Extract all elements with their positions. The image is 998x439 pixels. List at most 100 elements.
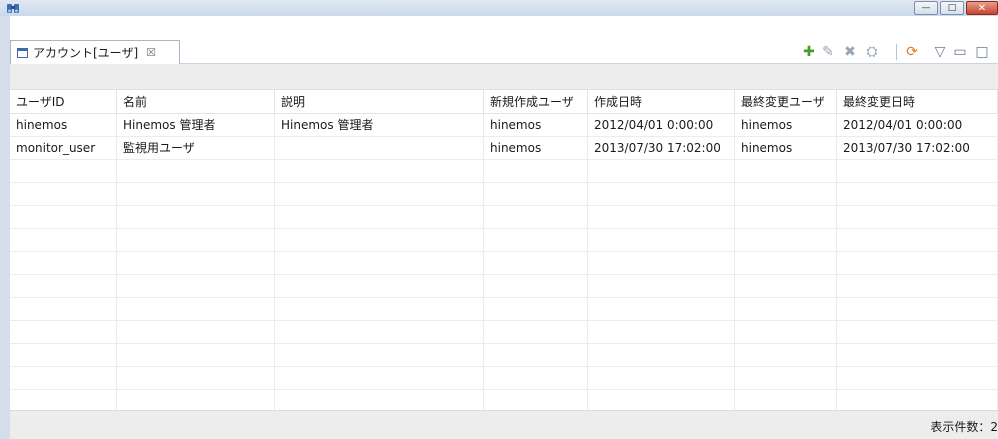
table-cell [10,206,117,228]
table-cell [588,183,735,205]
empty-table-row [10,252,998,275]
add-icon[interactable]: ✚ [801,44,817,60]
table-row[interactable]: monitor_user 監視用ユーザ hinemos 2013/07/30 17:0… [10,137,998,160]
table-cell: 2012/04/01 0:00:00 [588,114,735,136]
table-cell [10,390,117,410]
table-cell [588,252,735,274]
table-cell [837,367,998,389]
table-cell [735,298,837,320]
table-cell [10,160,117,182]
table-cell [735,183,837,205]
table-cell [117,275,275,297]
delete-icon[interactable]: ✖ [842,44,858,60]
minimize-view-icon[interactable]: ▭ [952,44,968,60]
table-cell: hinemos [10,114,117,136]
column-header[interactable]: 説明 [275,90,484,114]
table-cell [735,275,837,297]
empty-table-row [10,229,998,252]
table-cell [275,390,484,410]
table-cell [837,298,998,320]
refresh-icon[interactable]: ⟳ [904,44,920,60]
hinemos-app-icon [7,4,19,13]
table-cell: hinemos [484,137,588,159]
table-cell [117,298,275,320]
table-cell [117,183,275,205]
table-cell [275,137,484,159]
table-cell [588,275,735,297]
table-cell [735,229,837,251]
table-cell [588,321,735,343]
table-cell: 監視用ユーザ [117,137,275,159]
table-cell [10,229,117,251]
table-cell [117,367,275,389]
view-menu-icon[interactable]: ▽ [932,44,948,60]
toolbar-separator [896,44,897,60]
table-header-row: ユーザID 名前 説明 新規作成ユーザ 作成日時 最終変更ユーザ 最終変更日時 [10,90,998,114]
table-cell [275,206,484,228]
view-window-icon [17,47,28,58]
empty-table-row [10,367,998,390]
table-cell: Hinemos 管理者 [117,114,275,136]
window-minimize-button[interactable]: — [914,1,938,15]
tab-account-user[interactable]: アカウント[ユーザ] ☒ [10,40,180,64]
table-cell [484,206,588,228]
edit-icon[interactable]: ✎ [820,44,836,60]
column-header[interactable]: 新規作成ユーザ [484,90,588,114]
table-cell: hinemos [484,114,588,136]
empty-table-row [10,160,998,183]
status-bar: 表示件数：2 [10,410,998,439]
column-header[interactable]: 作成日時 [588,90,735,114]
table-cell: monitor_user [10,137,117,159]
table-cell [117,321,275,343]
account-user-table: ユーザID 名前 説明 新規作成ユーザ 作成日時 最終変更ユーザ 最終変更日時 hinemo… [10,90,998,410]
column-header[interactable]: 最終変更日時 [837,90,998,114]
table-cell: 2013/07/30 17:02:00 [837,137,998,159]
table-cell [275,160,484,182]
table-cell [275,229,484,251]
table-row[interactable]: hinemos Hinemos 管理者 Hinemos 管理者 hinemos 2012… [10,114,998,137]
table-cell [117,252,275,274]
column-header[interactable]: 名前 [117,90,275,114]
table-cell [735,160,837,182]
table-cell [837,229,998,251]
window-close-button[interactable]: ✕ [966,1,998,15]
table-cell [588,206,735,228]
table-cell [588,344,735,366]
table-cell [837,160,998,182]
table-cell [275,183,484,205]
maximize-icon: □ [947,3,957,13]
table-cell [117,390,275,410]
table-cell [588,229,735,251]
table-cell: 2012/04/01 0:00:00 [837,114,998,136]
permission-icon[interactable]: ⛭ [864,44,880,60]
table-cell [117,229,275,251]
window-maximize-button[interactable]: □ [940,1,964,15]
maximize-view-icon[interactable]: □ [974,44,990,60]
table-cell [735,390,837,410]
table-cell: 2013/07/30 17:02:00 [588,137,735,159]
column-header[interactable]: ユーザID [10,90,117,114]
table-cell [484,298,588,320]
table-cell [484,183,588,205]
table-cell [275,344,484,366]
table-cell [484,229,588,251]
table-cell: hinemos [735,137,837,159]
empty-table-row [10,183,998,206]
table-cell [117,344,275,366]
application-window: — □ ✕ アカウント[ユーザ] ☒ ✚ ✎ ✖ ⛭ ⟳ ▽ ▭ □ ユーザID 名前 説明 新規作… [0,0,998,439]
table-cell [10,367,117,389]
tab-close-icon[interactable]: ☒ [146,46,156,59]
table-cell [588,298,735,320]
table-cell [837,275,998,297]
table-cell: hinemos [735,114,837,136]
table-cell [10,275,117,297]
column-header[interactable]: 最終変更ユーザ [735,90,837,114]
tab-label: アカウント[ユーザ] [33,46,139,60]
empty-table-row [10,344,998,367]
table-cell [837,390,998,410]
empty-table-row [10,321,998,344]
empty-table-row [10,206,998,229]
table-cell [484,321,588,343]
table-cell [484,160,588,182]
empty-table-row [10,298,998,321]
